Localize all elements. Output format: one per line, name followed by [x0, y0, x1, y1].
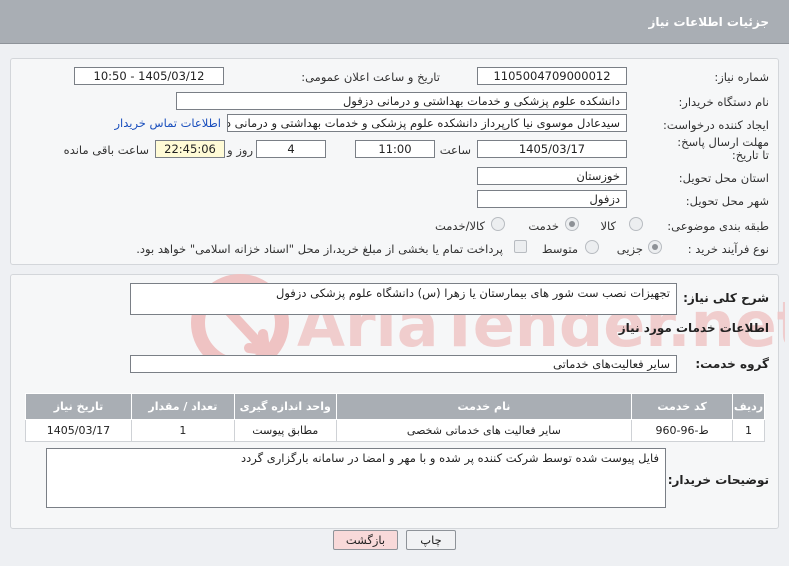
- category-option-service: خدمت: [528, 219, 559, 233]
- col-service-code: کد خدمت: [631, 393, 734, 420]
- remaining-time-field: 22:45:06: [155, 140, 225, 158]
- deadline-time-field: 11:00: [355, 140, 435, 158]
- category-radio-goods[interactable]: [629, 217, 643, 231]
- process-option-minor: جزیی: [616, 242, 643, 256]
- cell-row-number: 1: [732, 419, 765, 442]
- process-option-medium: متوسط: [541, 242, 578, 256]
- treasury-payment-checkbox[interactable]: [514, 240, 527, 253]
- days-remaining-field: 4: [256, 140, 326, 158]
- page-header: جزئیات اطلاعات نیاز: [0, 0, 789, 44]
- summary-field: تجهیزات نصب ست شور های بیمارستان یا زهرا…: [130, 283, 677, 315]
- services-heading: اطلاعات خدمات مورد نیاز: [618, 321, 769, 335]
- table-header-row: ردیف کد خدمت نام خدمت واحد اندازه گیری ت…: [25, 393, 765, 420]
- process-type-label: نوع فرآیند خرید :: [687, 242, 769, 256]
- cell-need-date: 1405/03/17: [25, 419, 132, 442]
- process-radio-medium[interactable]: [585, 240, 599, 254]
- category-label: طبقه بندی موضوعی:: [667, 219, 769, 233]
- cell-service-code: ط-96-960: [631, 419, 734, 442]
- cell-unit: مطابق پیوست: [233, 419, 337, 442]
- cell-quantity: 1: [130, 419, 235, 442]
- back-button[interactable]: بازگشت: [333, 530, 398, 550]
- creator-label: ایجاد کننده درخواست:: [663, 118, 769, 132]
- announce-datetime-field: 1405/03/12 - 10:50: [74, 67, 224, 85]
- need-number-label: شماره نیاز:: [714, 70, 769, 84]
- page-title: جزئیات اطلاعات نیاز: [648, 15, 769, 29]
- buyer-contact-link[interactable]: اطلاعات تماس خریدار: [114, 116, 221, 130]
- buyer-notes-label: توضیحات خریدار:: [667, 473, 769, 487]
- treasury-payment-note: پرداخت تمام یا بخشی از مبلغ خرید،از محل …: [136, 242, 503, 256]
- category-option-goods-service: کالا/خدمت: [434, 219, 485, 233]
- col-service-name: نام خدمت: [335, 393, 633, 420]
- service-group-label: گروه خدمت:: [695, 357, 769, 371]
- province-label: استان محل تحویل:: [678, 171, 769, 185]
- buyer-org-field: دانشکده علوم پزشکی و خدمات بهداشتی و درم…: [176, 92, 627, 110]
- services-table: ردیف کد خدمت نام خدمت واحد اندازه گیری ت…: [25, 393, 765, 442]
- city-label: شهر محل تحویل:: [685, 194, 769, 208]
- col-row-number: ردیف: [732, 393, 765, 420]
- creator-field: سیدعادل موسوی نیا کارپرداز دانشکده علوم …: [227, 114, 627, 132]
- category-radio-service[interactable]: [565, 217, 579, 231]
- deadline-time-label: ساعت: [439, 143, 471, 157]
- table-row: 1 ط-96-960 سایر فعالیت های خدماتی شخصی م…: [25, 419, 765, 442]
- cell-service-name: سایر فعالیت های خدماتی شخصی: [335, 419, 633, 442]
- deadline-label: مهلت ارسال پاسخ: تا تاریخ:: [677, 135, 769, 162]
- service-group-field: سایر فعالیت‌های خدماتی: [130, 355, 677, 373]
- col-unit: واحد اندازه گیری: [233, 393, 337, 420]
- buyer-notes-field: فایل پیوست شده توسط شرکت کننده پر شده و …: [46, 448, 666, 508]
- col-quantity: تعداد / مقدار: [130, 393, 235, 420]
- days-label: روز و: [227, 143, 253, 157]
- city-field: دزفول: [477, 190, 627, 208]
- category-option-goods: کالا: [600, 219, 616, 233]
- summary-label: شرح کلی نیاز:: [683, 291, 769, 305]
- buyer-org-label: نام دستگاه خریدار:: [678, 95, 769, 109]
- announce-datetime-label: تاریخ و ساعت اعلان عمومی:: [301, 70, 440, 84]
- deadline-date-field: 1405/03/17: [477, 140, 627, 158]
- col-need-date: تاریخ نیاز: [25, 393, 132, 420]
- process-radio-minor[interactable]: [648, 240, 662, 254]
- need-number-field: 1105004709000012: [477, 67, 627, 85]
- province-field: خوزستان: [477, 167, 627, 185]
- category-radio-goods-service[interactable]: [491, 217, 505, 231]
- need-info-panel: [10, 58, 779, 265]
- print-button[interactable]: چاپ: [406, 530, 456, 550]
- remaining-time-label: ساعت باقی مانده: [63, 143, 149, 157]
